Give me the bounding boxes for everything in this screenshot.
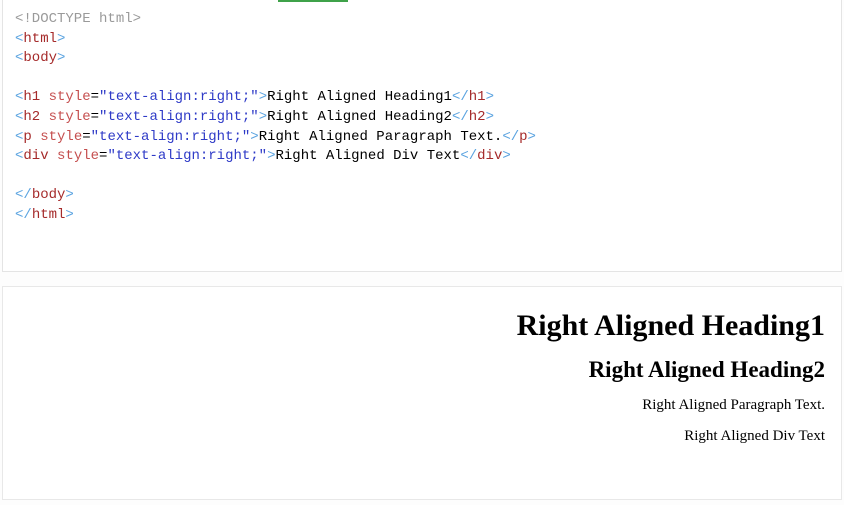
code-doctype: <!DOCTYPE html> bbox=[15, 11, 141, 27]
code-angle: > bbox=[65, 207, 73, 223]
output-heading-1: Right Aligned Heading1 bbox=[19, 309, 825, 343]
code-eq: = bbox=[91, 109, 99, 125]
code-tag-p: p bbox=[23, 129, 31, 145]
code-editor-panel[interactable]: <!DOCTYPE html> <html> <body> <h1 style=… bbox=[2, 0, 842, 272]
code-angle: > bbox=[57, 50, 65, 66]
code-eq: = bbox=[91, 89, 99, 105]
code-tag-body: body bbox=[32, 187, 66, 203]
code-angle: > bbox=[65, 187, 73, 203]
code-eq: = bbox=[82, 129, 90, 145]
code-angle: > bbox=[528, 129, 536, 145]
code-angle: > bbox=[250, 129, 258, 145]
code-tag-h2: h2 bbox=[469, 109, 486, 125]
code-tag-h1: h1 bbox=[23, 89, 40, 105]
code-text: Right Aligned Heading1 bbox=[267, 89, 452, 105]
code-angle: > bbox=[486, 89, 494, 105]
code-angle: > bbox=[267, 148, 275, 164]
code-tag-body: body bbox=[23, 50, 57, 66]
code-attr-style: style bbox=[57, 148, 99, 164]
code-attr-style: style bbox=[40, 129, 82, 145]
code-angle: </ bbox=[452, 109, 469, 125]
output-paragraph: Right Aligned Paragraph Text. bbox=[19, 397, 825, 414]
code-tag-div: div bbox=[477, 148, 502, 164]
code-attr-style: style bbox=[49, 89, 91, 105]
code-tag-html: html bbox=[32, 207, 66, 223]
code-space bbox=[40, 89, 48, 105]
code-angle: > bbox=[486, 109, 494, 125]
code-attr-value: "text-align:right;" bbox=[99, 89, 259, 105]
code-space bbox=[40, 109, 48, 125]
output-div-text: Right Aligned Div Text bbox=[19, 428, 825, 445]
code-attr-value: "text-align:right;" bbox=[107, 148, 267, 164]
code-attr-value: "text-align:right;" bbox=[91, 129, 251, 145]
code-tag-div: div bbox=[23, 148, 48, 164]
code-angle: > bbox=[259, 89, 267, 105]
code-space bbox=[49, 148, 57, 164]
code-angle: > bbox=[57, 31, 65, 47]
code-angle: </ bbox=[452, 89, 469, 105]
code-attr-value: "text-align:right;" bbox=[99, 109, 259, 125]
code-tag-h1: h1 bbox=[469, 89, 486, 105]
code-angle: </ bbox=[15, 187, 32, 203]
code-angle: </ bbox=[460, 148, 477, 164]
code-tag-h2: h2 bbox=[23, 109, 40, 125]
code-text: Right Aligned Heading2 bbox=[267, 109, 452, 125]
code-text: Right Aligned Paragraph Text. bbox=[259, 129, 503, 145]
code-tag-html: html bbox=[23, 31, 57, 47]
code-angle: </ bbox=[502, 129, 519, 145]
active-tab-indicator bbox=[278, 0, 348, 2]
code-angle: > bbox=[502, 148, 510, 164]
code-attr-style: style bbox=[49, 109, 91, 125]
code-angle: > bbox=[259, 109, 267, 125]
code-angle: </ bbox=[15, 207, 32, 223]
code-space bbox=[32, 129, 40, 145]
output-heading-2: Right Aligned Heading2 bbox=[19, 357, 825, 383]
code-tag-p: p bbox=[519, 129, 527, 145]
code-text: Right Aligned Div Text bbox=[276, 148, 461, 164]
output-preview-panel: Right Aligned Heading1 Right Aligned Hea… bbox=[2, 286, 842, 500]
